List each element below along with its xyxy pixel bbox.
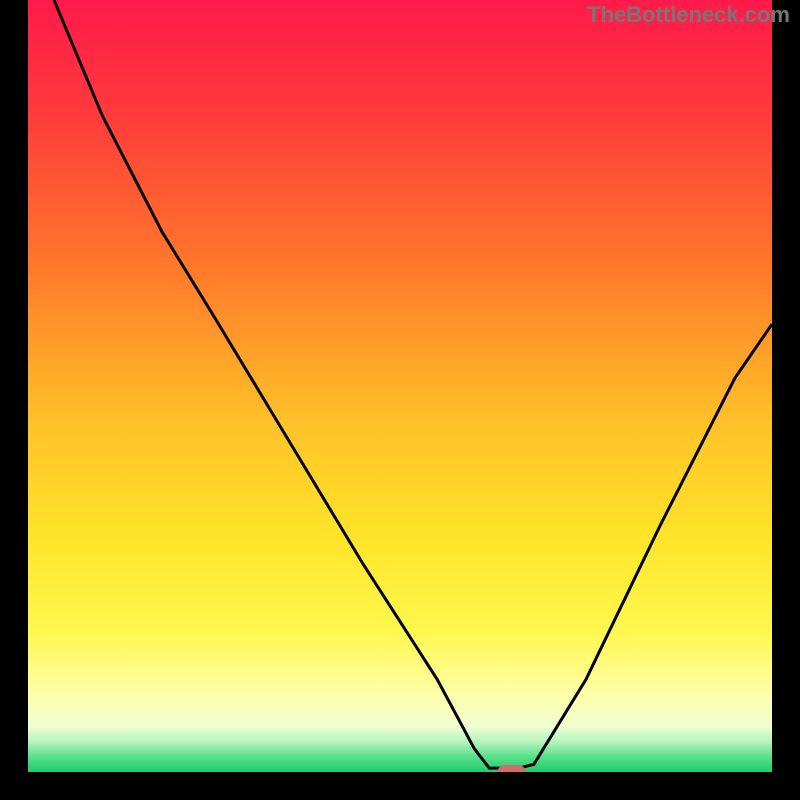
axis-border-right: [772, 0, 800, 800]
watermark-text: TheBottleneck.com: [587, 2, 790, 28]
bottleneck-chart: TheBottleneck.com: [0, 0, 800, 800]
axis-border-left: [0, 0, 28, 800]
axis-border-bottom: [0, 772, 800, 800]
gradient-background: [28, 0, 772, 772]
chart-svg: [0, 0, 800, 800]
